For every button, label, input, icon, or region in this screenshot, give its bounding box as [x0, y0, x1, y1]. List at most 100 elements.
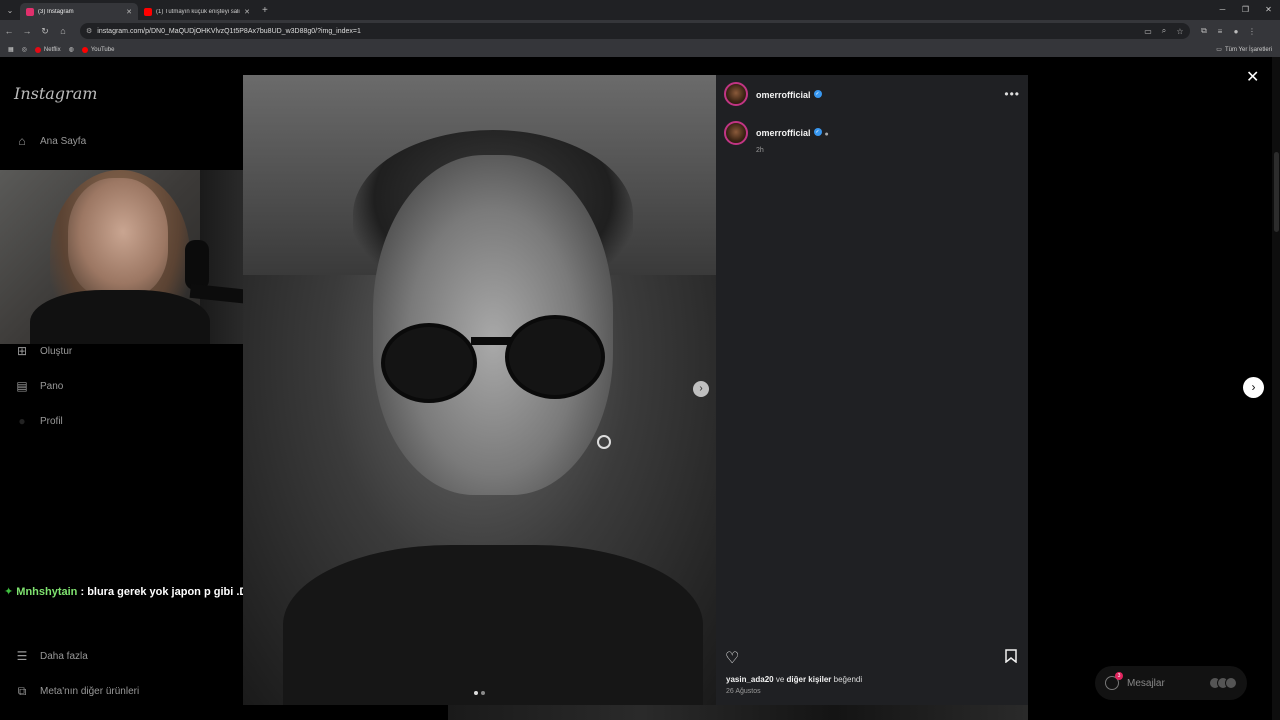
- photo-earring: [597, 435, 611, 449]
- reload-icon[interactable]: ↻: [36, 26, 54, 37]
- sidebar-item-create[interactable]: ⊞ Oluştur: [14, 343, 72, 359]
- all-bookmarks[interactable]: ▭ Tüm Yer İşaretleri: [1216, 42, 1272, 57]
- zoom-icon[interactable]: ⌕: [1156, 26, 1172, 36]
- netflix-icon: [34, 46, 41, 53]
- microphone: [185, 240, 209, 290]
- bookmark-netflix[interactable]: Netflix: [34, 46, 61, 53]
- carousel-dot: [481, 691, 485, 695]
- all-bookmarks-label: Tüm Yer İşaretleri: [1224, 46, 1272, 53]
- next-post-icon[interactable]: ›: [1243, 377, 1264, 398]
- restore-icon[interactable]: ❐: [1234, 0, 1257, 20]
- likes-text: yasin_ada20 ve diğer kişiler beğendi: [726, 675, 862, 684]
- bookmark-label: Netflix: [43, 46, 61, 53]
- photo-sunglasses-bridge: [471, 337, 511, 345]
- bookmark-misc-icon[interactable]: ◍: [69, 46, 74, 53]
- post-time: 2h: [756, 147, 764, 154]
- post-panel: omerrofficial ✓ ••• omerrofficial ✓ ● 2h ♡ …: [716, 75, 1028, 705]
- tab-title: (1) Tutmayın küçük enişteyi sali: [156, 8, 240, 15]
- likes-others[interactable]: diğer kişiler: [787, 675, 832, 684]
- feed-preview-strip: [448, 705, 1028, 720]
- media-icon[interactable]: ≡: [1212, 27, 1228, 36]
- avatar[interactable]: [724, 82, 748, 106]
- post-username[interactable]: omerrofficial: [756, 90, 811, 100]
- minimize-icon[interactable]: ─: [1211, 0, 1234, 20]
- scrollbar-thumb[interactable]: [1274, 152, 1279, 232]
- sidebar-item-more[interactable]: ☰ Daha fazla: [14, 648, 88, 664]
- avatar[interactable]: [724, 121, 748, 145]
- install-app-icon[interactable]: ▭: [1140, 27, 1156, 36]
- new-tab-icon[interactable]: +: [262, 5, 268, 16]
- tab-close-icon[interactable]: ✕: [244, 8, 250, 16]
- chat-text: : blura gerek yok japon p gibi .D: [80, 586, 248, 598]
- like-heart-icon[interactable]: ♡: [725, 648, 739, 668]
- carousel-next-icon[interactable]: ›: [693, 381, 709, 397]
- bookmark-label: YouTube: [90, 46, 115, 53]
- bookmark-circle-icon[interactable]: ◎: [22, 46, 27, 53]
- url-bar[interactable]: ⚙ instagram.com/p/DN0_MaQUDjOHKVlvzQ1t5P…: [80, 23, 1190, 39]
- plus-icon: ⊞: [16, 344, 28, 358]
- back-icon[interactable]: ←: [0, 26, 18, 36]
- sidebar-item-label: Pano: [40, 380, 64, 392]
- tab-search-chevron-icon[interactable]: ⌄: [0, 0, 20, 20]
- window-close-icon[interactable]: ✕: [1257, 0, 1280, 20]
- sidebar-item-label: Daha fazla: [40, 650, 88, 662]
- tab-close-icon[interactable]: ✕: [126, 8, 132, 16]
- omnibox-actions: ▭ ⌕ ☆: [1140, 20, 1188, 42]
- post-date: 26 Ağustos: [726, 688, 761, 695]
- carousel-dot-active: [474, 691, 478, 695]
- messages-label: Mesajlar: [1127, 677, 1165, 689]
- bookmark-youtube[interactable]: YouTube: [81, 46, 115, 53]
- caption-username[interactable]: omerrofficial: [756, 128, 811, 138]
- post-image[interactable]: ›: [243, 75, 716, 705]
- sidebar-item-meta[interactable]: ⧉ Meta'nın diğer ürünleri: [14, 683, 139, 699]
- profile-icon: ●: [18, 414, 26, 428]
- photo-shirt: [283, 545, 703, 705]
- apps-icon[interactable]: ▦: [8, 46, 14, 53]
- tab-title: (3) Instagram: [38, 8, 74, 15]
- meta-icon: ⧉: [17, 683, 27, 698]
- browser-menu-icon[interactable]: ⋮: [1244, 27, 1260, 36]
- sidebar-item-home[interactable]: ⌂ Ana Sayfa: [14, 133, 86, 149]
- stream-chat-message: ✦ Mnhshytain : blura gerek yok japon p g…: [4, 585, 247, 598]
- likes-mid: ve: [773, 675, 787, 684]
- likes-user[interactable]: yasin_ada20: [726, 675, 774, 684]
- browser-tabbar: ⌄ (3) Instagram ✕ (1) Tutmayın küçük eni…: [0, 0, 1280, 20]
- verified-badge-icon: ✓: [813, 89, 822, 98]
- messages-button[interactable]: 3 Mesajlar: [1095, 666, 1247, 700]
- dashboard-icon: ▤: [16, 379, 28, 393]
- sidebar-item-dashboard[interactable]: ▤ Pano: [14, 378, 63, 394]
- post-caption: omerrofficial ✓ ● 2h: [724, 121, 829, 154]
- browser-actions: ⧉ ≡ ● ⋮: [1196, 20, 1260, 42]
- avatar: [1225, 677, 1237, 689]
- extensions-icon[interactable]: ⧉: [1196, 26, 1212, 36]
- page-scrollbar[interactable]: [1272, 57, 1280, 720]
- address-toolbar: ← → ↻ ⌂ ⚙ instagram.com/p/DN0_MaQUDjOHKV…: [0, 20, 1280, 42]
- close-modal-icon[interactable]: ✕: [1246, 67, 1259, 87]
- save-bookmark-icon[interactable]: [1005, 649, 1017, 663]
- chat-badge-icon: ✦: [4, 586, 14, 598]
- lock-icon: ●: [824, 131, 829, 138]
- sidebar-item-label: Oluştur: [40, 345, 73, 357]
- site-info-icon[interactable]: ⚙: [86, 27, 92, 35]
- instagram-favicon-icon: [26, 7, 34, 16]
- webcam-body: [30, 290, 210, 344]
- youtube-icon: [81, 46, 88, 53]
- chat-username: Mnhshytain: [16, 586, 78, 598]
- sidebar-item-label: Profil: [40, 415, 63, 427]
- sidebar-item-label: Meta'nın diğer ürünleri: [40, 685, 140, 697]
- bookmark-star-icon[interactable]: ☆: [1172, 27, 1188, 36]
- home-button-icon[interactable]: ⌂: [54, 26, 72, 36]
- more-options-icon[interactable]: •••: [1004, 87, 1020, 101]
- instagram-logo[interactable]: Instagram: [14, 84, 97, 103]
- forward-icon[interactable]: →: [18, 26, 36, 36]
- message-avatars: [1209, 677, 1237, 689]
- likes-end: beğendi: [831, 675, 863, 684]
- sidebar-item-label: Ana Sayfa: [40, 135, 87, 147]
- tab-youtube[interactable]: (1) Tutmayın küçük enişteyi sali ✕: [138, 3, 256, 20]
- webcam-face: [68, 178, 168, 298]
- sidebar-item-profile[interactable]: ● Profil: [14, 413, 63, 429]
- folder-icon: ▭: [1216, 47, 1222, 53]
- tab-instagram[interactable]: (3) Instagram ✕: [20, 3, 138, 20]
- bookmarks-bar: ▦ ◎ Netflix ◍ YouTube ▭ Tüm Yer İşaretle…: [0, 42, 1280, 57]
- profile-avatar-icon[interactable]: ●: [1228, 27, 1244, 36]
